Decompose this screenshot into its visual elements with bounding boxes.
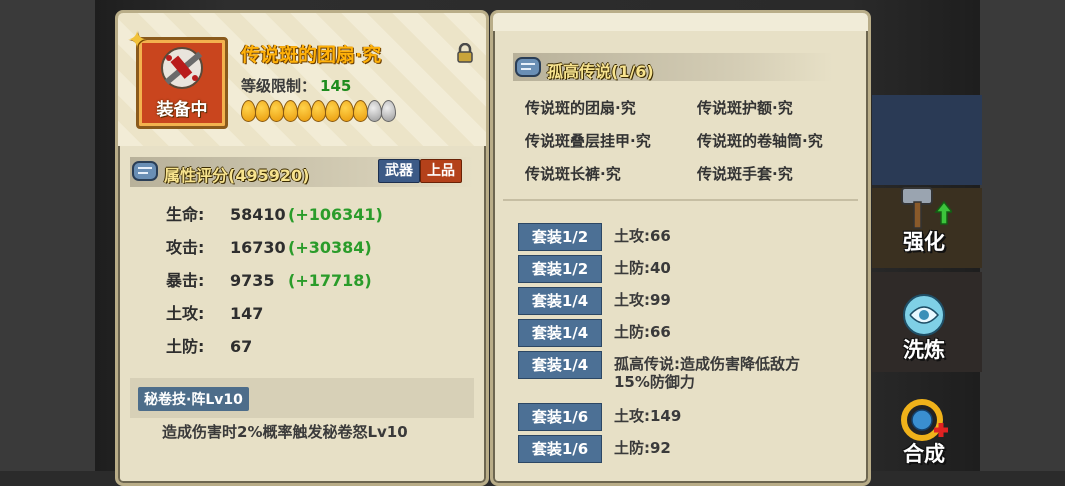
scroll-icon [515, 57, 541, 77]
set-member: 传说斑的卷轴筒·究 [697, 132, 823, 150]
stat-row-crit: 暴击: 9735 (+17718) [166, 267, 372, 291]
star-pill-icon [353, 100, 368, 122]
star-pill-icon [339, 100, 354, 122]
set-bonus-text: 孤高传说:造成伤害降低敌方 15%防御力 [614, 351, 800, 391]
set-member: 传说斑手套·究 [697, 165, 793, 183]
stat-row-attack: 攻击: 16730 (+30384) [166, 234, 372, 258]
stat-row-hp: 生命: 58410 (+106341) [166, 201, 383, 225]
star-pill-icon [283, 100, 298, 122]
behind-slot-1 [872, 95, 982, 185]
scroll-icon [132, 161, 158, 181]
set-member: 传说斑长裤·究 [525, 165, 621, 183]
synthesize-label: 合成 [903, 442, 945, 466]
set-bonus-tag: 套装1/2 [518, 223, 602, 251]
left-backdrop [0, 0, 95, 471]
set-bonus-text: 土攻:99 [614, 291, 671, 309]
item-name: 传说斑的团扇·究 [241, 44, 382, 66]
star-pill-icon [241, 100, 256, 122]
set-bonus-row: 套装1/4 孤高传说:造成伤害降低敌方 15%防御力 [518, 351, 800, 397]
item-detail-panel: ✦ 装备中 传说斑的团扇·究 等级限制： 145 属性评分(495920) 武器 … [115, 10, 489, 486]
set-bonus-row: 套装1/4 土防:66 [518, 319, 671, 347]
stat-value: 58410 [230, 205, 286, 224]
refine-button[interactable]: 洗炼 [888, 290, 960, 362]
stat-value: 67 [230, 337, 253, 356]
star-pill-icon [255, 100, 270, 122]
synthesize-button[interactable]: 合成 [888, 394, 960, 466]
set-bonus-tag: 套装1/6 [518, 403, 602, 431]
set-bonus-tag: 套装1/4 [518, 351, 602, 379]
set-bonus-text-line: 孤高传说:造成伤害降低敌方 [614, 355, 800, 373]
set-bonus-text: 土攻:66 [614, 227, 671, 245]
star-pill-icon [325, 100, 340, 122]
refine-swirl-icon [903, 294, 945, 336]
level-requirement: 等级限制： 145 [241, 75, 351, 96]
attribute-score-title: 属性评分(495920) [164, 166, 310, 185]
star-pill-icon [269, 100, 284, 122]
enhance-button[interactable]: 强化 [888, 182, 960, 254]
level-requirement-value: 145 [320, 77, 352, 95]
right-backdrop [980, 0, 1065, 471]
stat-value: 16730 [230, 238, 286, 257]
star-pill-icon [311, 100, 326, 122]
lock-icon[interactable] [455, 43, 475, 63]
stat-bonus: (+17718) [288, 271, 372, 290]
set-title: 孤高传说(1/6) [547, 62, 654, 81]
stat-row-earth-attack: 土攻: 147 [166, 300, 288, 324]
set-title-bar: 孤高传说(1/6) [513, 53, 833, 81]
set-member: 传说斑叠层挂甲·究 [525, 132, 651, 150]
equipped-label: 装备中 [156, 100, 208, 120]
enhance-label: 强化 [903, 230, 945, 254]
set-bonus-text: 土防:92 [614, 439, 671, 457]
skill-title: 秘卷技·阵Lv10 [138, 387, 249, 411]
stat-label: 土防: [166, 337, 205, 356]
stat-label: 暴击: [166, 271, 205, 290]
quality-grade-tag: 上品 [420, 159, 462, 183]
attribute-score-bar: 属性评分(495920) 武器 上品 [130, 157, 474, 187]
item-icon-frame[interactable]: ✦ 装备中 [127, 26, 228, 129]
star-pill-icon [297, 100, 312, 122]
set-detail-panel: 孤高传说(1/6) 传说斑的团扇·究 传说斑护额·究 传说斑叠层挂甲·究 传说斑… [490, 10, 871, 486]
refine-label: 洗炼 [903, 338, 945, 362]
skill-description: 造成伤害时2%概率触发秘卷怒Lv10 [162, 423, 408, 441]
star-pill-icon [381, 100, 396, 122]
set-bonus-tag: 套装1/4 [518, 319, 602, 347]
set-member: 传说斑的团扇·究 [525, 99, 636, 117]
set-bonus-text: 土攻:149 [614, 407, 682, 425]
set-bonus-row: 套装1/2 土防:40 [518, 255, 671, 283]
stat-value: 147 [230, 304, 264, 323]
hammer-upgrade-icon [901, 187, 952, 229]
star-level-indicator [241, 100, 396, 122]
set-panel-header [493, 13, 868, 31]
star-badge-icon: ✦ [127, 26, 148, 54]
set-bonus-tag: 套装1/6 [518, 435, 602, 463]
set-bonus-row: 套装1/6 土攻:149 [518, 403, 681, 431]
stat-label: 土攻: [166, 304, 205, 323]
set-bonus-tag: 套装1/2 [518, 255, 602, 283]
stat-label: 生命: [166, 205, 205, 224]
set-bonus-row: 套装1/6 土防:92 [518, 435, 671, 463]
set-bonus-text: 土防:40 [614, 259, 671, 277]
weapon-type-tag: 武器 [378, 159, 420, 183]
set-bonus-row: 套装1/2 土攻:66 [518, 223, 671, 251]
set-bonus-tag: 套装1/4 [518, 287, 602, 315]
set-member: 传说斑护额·究 [697, 99, 793, 117]
stat-bonus: (+106341) [288, 205, 383, 224]
star-pill-icon [367, 100, 382, 122]
stat-row-earth-defense: 土防: 67 [166, 333, 288, 357]
stat-value: 9735 [230, 271, 275, 290]
stat-bonus: (+30384) [288, 238, 372, 257]
set-bonus-text: 土防:66 [614, 323, 671, 341]
divider [503, 199, 858, 201]
level-requirement-label: 等级限制： [241, 77, 317, 95]
synthesize-cycle-icon [901, 399, 948, 441]
stat-label: 攻击: [166, 238, 205, 257]
set-bonus-text-line: 15%防御力 [614, 373, 695, 391]
set-bonus-row: 套装1/4 土攻:99 [518, 287, 671, 315]
fan-weapon-icon [161, 47, 203, 89]
